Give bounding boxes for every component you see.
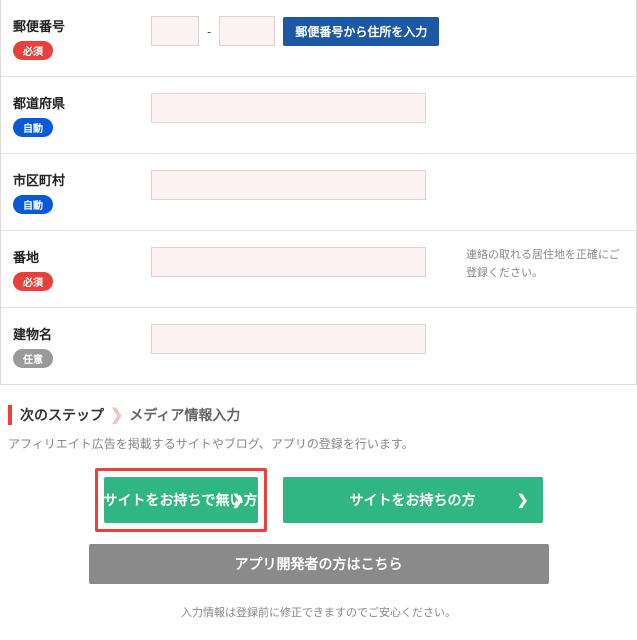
input-col-building	[151, 324, 636, 354]
street-input[interactable]	[151, 247, 426, 277]
label-col-postal: 郵便番号 必須	[1, 16, 151, 60]
label-building: 建物名	[13, 324, 52, 343]
row-postal: 郵便番号 必須 - 郵便番号から住所を入力	[1, 0, 636, 76]
address-form: 郵便番号 必須 - 郵便番号から住所を入力 都道府県 自動 市区町村 自動	[0, 0, 637, 385]
no-site-button[interactable]: サイトをお持ちで無い方 ❯	[104, 477, 258, 523]
badge-auto: 自動	[13, 118, 53, 137]
badge-optional: 任意	[13, 349, 53, 368]
app-developer-button[interactable]: アプリ開発者の方はこちら	[89, 544, 549, 584]
label-postal: 郵便番号	[13, 16, 65, 35]
site-button-row: サイトをお持ちで無い方 ❯ サイトをお持ちの方 ❯	[8, 468, 629, 532]
app-dev-row: アプリ開発者の方はこちら	[8, 544, 629, 584]
label-col-prefecture: 都道府県 自動	[1, 93, 151, 137]
row-prefecture: 都道府県 自動	[1, 76, 636, 153]
chevron-right-icon: ❯	[517, 492, 529, 509]
next-step-header: 次のステップ ❯ メディア情報入力	[8, 405, 629, 425]
input-col-prefecture	[151, 93, 636, 123]
label-prefecture: 都道府県	[13, 93, 65, 112]
label-col-city: 市区町村 自動	[1, 170, 151, 214]
footer-note: 入力情報は登録前に修正できますのでご安心ください。	[8, 604, 629, 630]
postal-code-2-input[interactable]	[219, 16, 275, 46]
input-col-street	[151, 247, 466, 277]
input-col-city	[151, 170, 636, 200]
street-hint: 連絡の取れる居住地を正確にご登録ください。	[466, 247, 636, 282]
label-col-building: 建物名 任意	[1, 324, 151, 368]
city-input[interactable]	[151, 170, 426, 200]
label-city: 市区町村	[13, 170, 65, 189]
input-col-postal: - 郵便番号から住所を入力	[151, 16, 636, 46]
row-city: 市区町村 自動	[1, 153, 636, 230]
next-step-desc: アフィリエイト広告を掲載するサイトやブログ、アプリの登録を行います。	[8, 435, 629, 452]
postal-code-1-input[interactable]	[151, 16, 199, 46]
building-input[interactable]	[151, 324, 426, 354]
next-step-label: 次のステップ	[20, 405, 104, 425]
prefecture-input[interactable]	[151, 93, 426, 123]
label-street: 番地	[13, 247, 39, 266]
have-site-button-label: サイトをお持ちの方	[350, 490, 476, 510]
postal-lookup-button[interactable]: 郵便番号から住所を入力	[283, 17, 439, 46]
row-street: 番地 必須 連絡の取れる居住地を正確にご登録ください。	[1, 230, 636, 307]
label-col-street: 番地 必須	[1, 247, 151, 291]
chevron-right-icon: ❯	[110, 405, 123, 425]
highlight-frame: サイトをお持ちで無い方 ❯	[95, 468, 267, 532]
chevron-right-icon: ❯	[232, 492, 244, 509]
next-step-section: 次のステップ ❯ メディア情報入力 アフィリエイト広告を掲載するサイトやブログ、…	[0, 385, 637, 640]
next-step-sub: メディア情報入力	[129, 405, 240, 425]
badge-auto: 自動	[13, 195, 53, 214]
badge-required: 必須	[13, 272, 53, 291]
have-site-button[interactable]: サイトをお持ちの方 ❯	[283, 477, 543, 523]
row-building: 建物名 任意	[1, 307, 636, 384]
postal-dash: -	[207, 24, 211, 39]
badge-required: 必須	[13, 41, 53, 60]
